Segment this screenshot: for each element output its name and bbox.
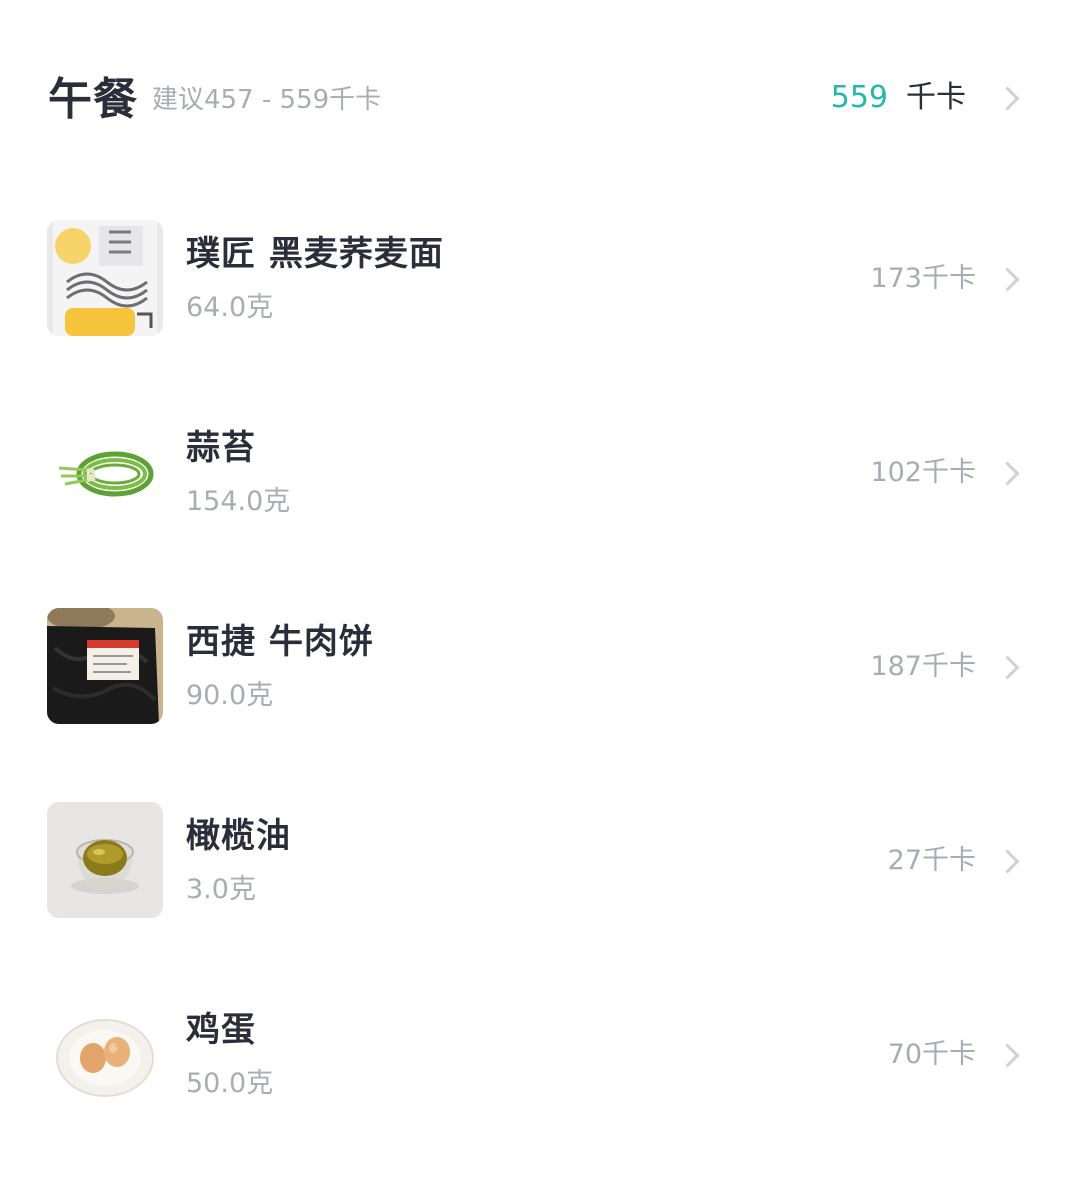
food-item[interactable]: 璞匠 黑麦荞麦面 64.0克 173千卡 (0, 216, 1080, 410)
food-item[interactable]: 鸡蛋 50.0克 70千卡 (0, 992, 1080, 1186)
food-image (47, 414, 163, 530)
food-item[interactable]: 西捷 牛肉饼 90.0克 187千卡 (0, 604, 1080, 798)
food-weight: 3.0克 (186, 874, 256, 905)
meal-total-calories: 559 (830, 80, 888, 115)
chevron-right-icon[interactable] (995, 1043, 1020, 1068)
food-calories: 187千卡 (870, 651, 976, 682)
food-weight: 64.0克 (186, 292, 274, 323)
food-name: 橄榄油 (186, 816, 291, 856)
food-item[interactable]: 橄榄油 3.0克 27千卡 (0, 798, 1080, 992)
food-calories: 70千卡 (887, 1039, 976, 1070)
food-name: 蒜苔 (186, 428, 256, 468)
chevron-right-icon[interactable] (995, 86, 1020, 111)
food-weight: 50.0克 (186, 1068, 274, 1099)
food-image (47, 996, 163, 1112)
food-name: 璞匠 黑麦荞麦面 (186, 234, 444, 274)
food-item[interactable]: 蒜苔 154.0克 102千卡 (0, 410, 1080, 604)
food-name: 鸡蛋 (186, 1010, 256, 1050)
meal-title: 午餐 (48, 74, 138, 125)
meal-calorie-suggestion: 建议457 - 559千卡 (152, 85, 382, 115)
food-weight: 90.0克 (186, 680, 274, 711)
food-name: 西捷 牛肉饼 (186, 622, 374, 662)
food-image (47, 802, 163, 918)
food-weight: 154.0克 (186, 486, 291, 517)
food-image (47, 608, 163, 724)
food-list: 璞匠 黑麦荞麦面 64.0克 173千卡 蒜苔 154.0克 102千卡 西捷 … (0, 216, 1080, 1186)
chevron-right-icon[interactable] (995, 461, 1020, 486)
chevron-right-icon[interactable] (995, 267, 1020, 292)
food-calories: 173千卡 (870, 263, 976, 294)
chevron-right-icon[interactable] (995, 655, 1020, 680)
meal-header[interactable]: 午餐 建议457 - 559千卡 559 千卡 (0, 60, 1080, 140)
meal-total-unit: 千卡 (906, 80, 966, 115)
chevron-right-icon[interactable] (995, 849, 1020, 874)
food-image (47, 220, 163, 336)
food-calories: 102千卡 (870, 457, 976, 488)
food-calories: 27千卡 (887, 845, 976, 876)
